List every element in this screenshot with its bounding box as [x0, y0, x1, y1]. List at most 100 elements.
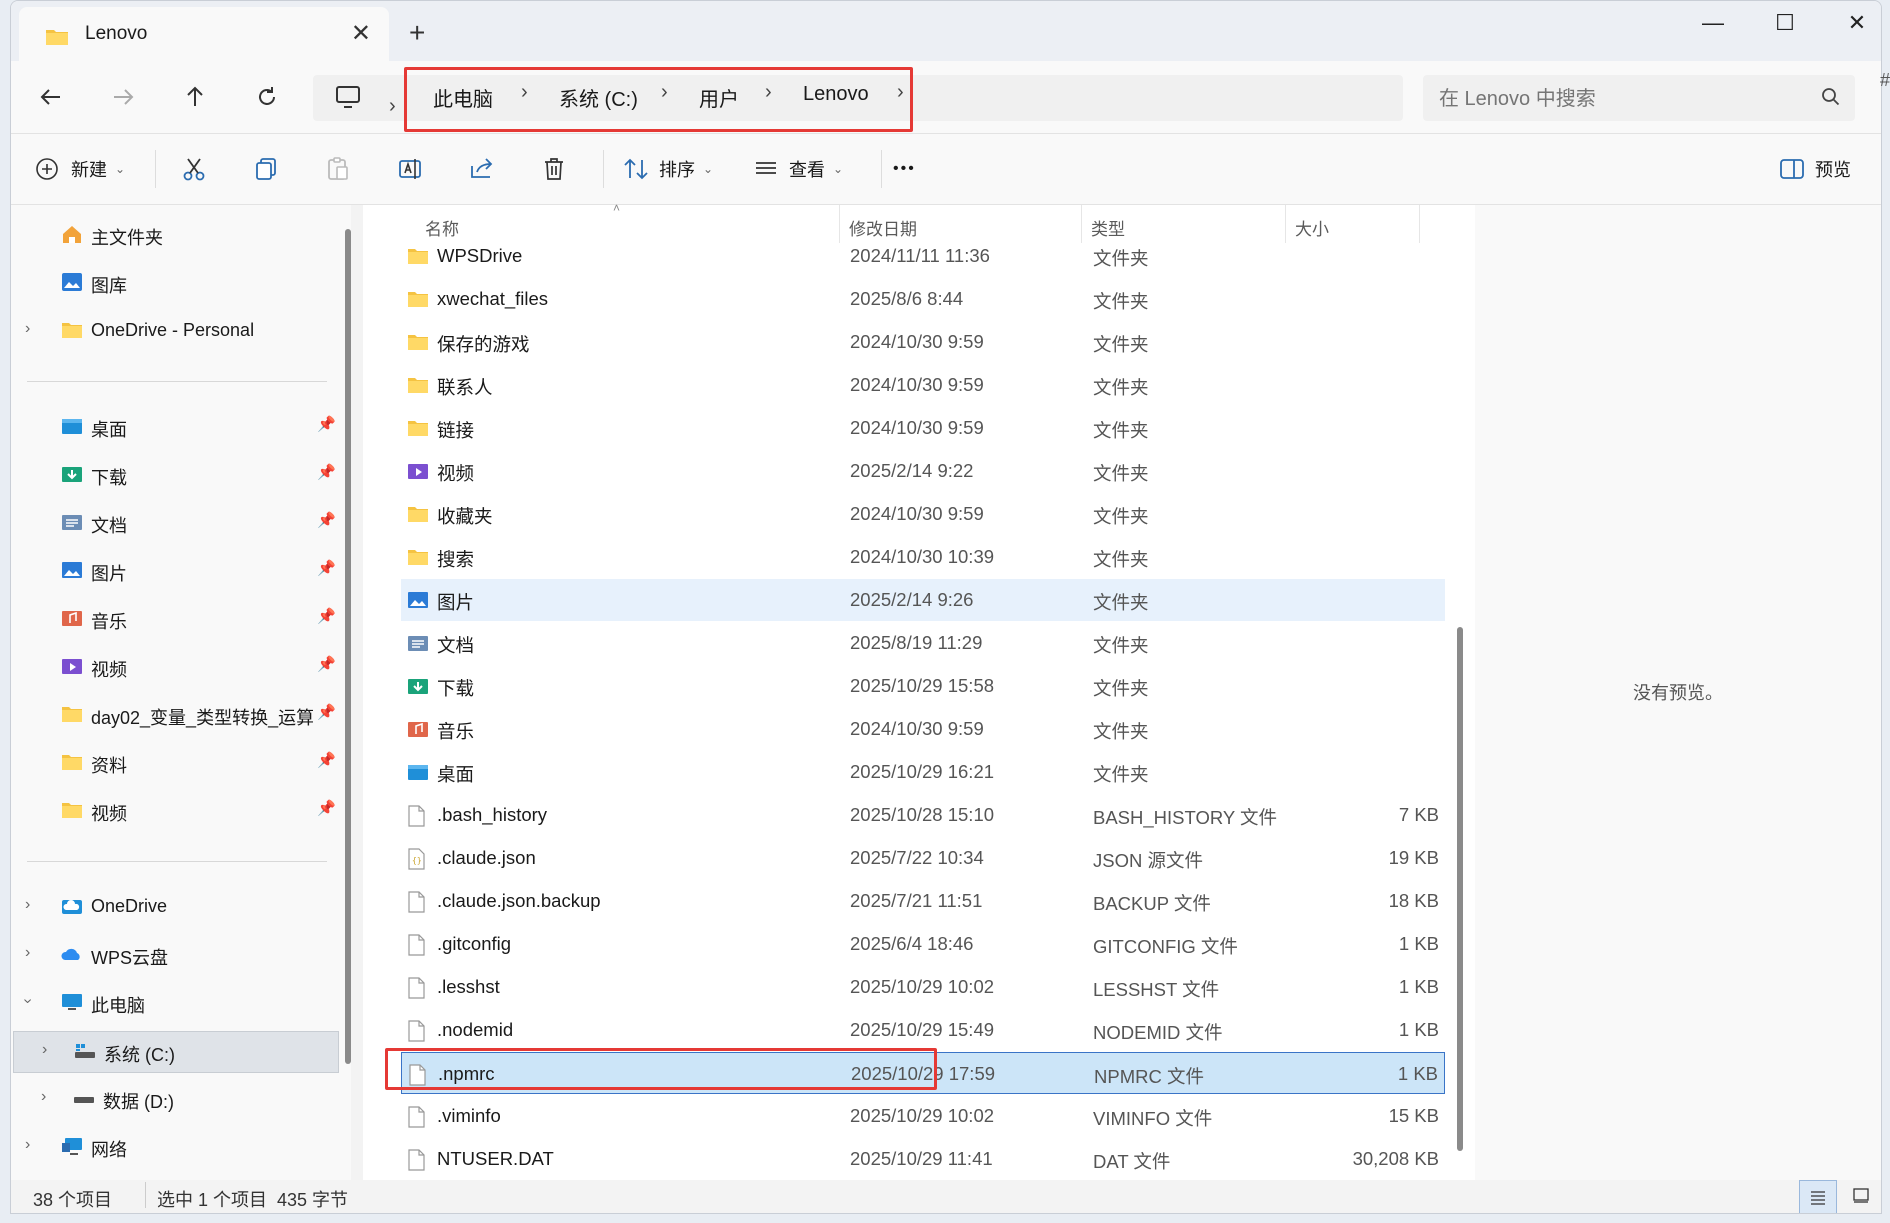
desktop-icon: [407, 762, 429, 787]
pin-icon[interactable]: 📌: [317, 607, 336, 625]
file-row[interactable]: 视频 2025/2/14 9:22 文件夹: [401, 450, 1445, 492]
file-explorer-window: Lenovo ✕ + — ☐ ✕ › 此电脑 › 系统 (C:) › 用户 › …: [10, 0, 1882, 1214]
folder-icon: [407, 246, 429, 271]
copy-button[interactable]: [253, 152, 279, 186]
file-row[interactable]: 文档 2025/8/19 11:29 文件夹: [401, 622, 1445, 664]
file-row[interactable]: NTUSER.DAT 2025/10/29 11:41 DAT 文件 30,208 K…: [401, 1138, 1445, 1180]
chevron-down-icon[interactable]: ›: [19, 998, 37, 1003]
file-row[interactable]: 链接 2024/10/30 9:59 文件夹: [401, 407, 1445, 449]
sort-button[interactable]: 排序 ⌄: [623, 152, 713, 186]
pin-icon[interactable]: 📌: [317, 511, 336, 529]
file-size: 1 KB: [1398, 1019, 1439, 1040]
nav-item-onedrive[interactable]: › OneDrive: [11, 887, 341, 927]
nav-item-documents[interactable]: 文档 📌: [11, 503, 341, 543]
file-row[interactable]: .lesshst 2025/10/29 10:02 LESSHST 文件 1 KB: [401, 966, 1445, 1008]
file-row[interactable]: 桌面 2025/10/29 16:21 文件夹: [401, 751, 1445, 793]
chevron-right-icon[interactable]: ›: [42, 1041, 47, 1059]
tiles-view-button[interactable]: [1845, 1180, 1877, 1212]
more-button[interactable]: •••: [893, 152, 916, 186]
nav-item-onedrive-personal[interactable]: › OneDrive - Personal: [11, 311, 341, 351]
nav-item-network[interactable]: › 网络: [11, 1127, 341, 1167]
file-size: 15 KB: [1388, 1105, 1439, 1126]
cut-button[interactable]: [181, 152, 207, 186]
nav-item-label: 主文件夹: [91, 228, 163, 248]
search-box[interactable]: [1423, 75, 1855, 121]
file-row[interactable]: 搜索 2024/10/30 10:39 文件夹: [401, 536, 1445, 578]
chevron-right-icon[interactable]: ›: [25, 1136, 30, 1154]
close-button[interactable]: ✕: [1821, 1, 1881, 45]
nav-item-gallery[interactable]: 图库: [11, 263, 341, 303]
file-icon: [407, 805, 425, 832]
chevron-right-icon[interactable]: ›: [25, 320, 30, 338]
nav-item-system-c[interactable]: › 系统 (C:): [13, 1031, 339, 1073]
share-button[interactable]: [469, 152, 495, 186]
file-row[interactable]: 音乐 2024/10/30 9:59 文件夹: [401, 708, 1445, 750]
file-row[interactable]: 下载 2025/10/29 15:58 文件夹: [401, 665, 1445, 707]
file-row[interactable]: {} .claude.json 2025/7/22 10:34 JSON 源文件 19 …: [401, 837, 1445, 879]
paste-button[interactable]: [325, 152, 351, 186]
pin-icon[interactable]: 📌: [317, 799, 336, 817]
maximize-button[interactable]: ☐: [1749, 1, 1821, 45]
chevron-right-icon[interactable]: ›: [25, 896, 30, 914]
file-row[interactable]: 收藏夹 2024/10/30 9:59 文件夹: [401, 493, 1445, 535]
nav-item-label: 桌面: [91, 420, 127, 440]
search-icon: [1822, 88, 1840, 106]
pin-icon[interactable]: 📌: [317, 415, 336, 433]
chevron-right-icon[interactable]: ›: [41, 1088, 46, 1106]
file-row[interactable]: .bash_history 2025/10/28 15:10 BASH_HISTOR…: [401, 794, 1445, 836]
navigation-pane: 主文件夹 图库 › OneDrive - Personal 桌面 📌 下载 📌 …: [11, 205, 351, 1180]
file-row[interactable]: 联系人 2024/10/30 9:59 文件夹: [401, 364, 1445, 406]
file-name: .viminfo: [437, 1105, 501, 1126]
up-button[interactable]: [177, 79, 213, 115]
file-row[interactable]: xwechat_files 2025/8/6 8:44 文件夹: [401, 278, 1445, 320]
delete-button[interactable]: [541, 152, 567, 186]
pin-icon[interactable]: 📌: [317, 559, 336, 577]
new-button[interactable]: 新建 ⌄: [35, 152, 125, 186]
rename-button[interactable]: [397, 152, 423, 186]
nav-item-videos-folder[interactable]: 视频 📌: [11, 791, 341, 831]
file-row[interactable]: .nodemid 2025/10/29 15:49 NODEMID 文件 1 KB: [401, 1009, 1445, 1051]
nav-item-videos[interactable]: 视频 📌: [11, 647, 341, 687]
back-button[interactable]: [33, 79, 69, 115]
tab-lenovo[interactable]: Lenovo ✕: [19, 7, 389, 61]
file-type: 文件夹: [1093, 248, 1149, 269]
pin-icon[interactable]: 📌: [317, 655, 336, 673]
details-view-button[interactable]: [1799, 1180, 1837, 1213]
details-view-icon: [1811, 1191, 1825, 1205]
file-row[interactable]: 图片 2025/2/14 9:26 文件夹: [401, 579, 1445, 621]
view-button[interactable]: 查看 ⌄: [753, 152, 843, 186]
file-name: 视频: [437, 463, 475, 484]
file-row[interactable]: .gitconfig 2025/6/4 18:46 GITCONFIG 文件 1 KB: [401, 923, 1445, 965]
nav-item-data-d[interactable]: › 数据 (D:): [11, 1079, 341, 1119]
pin-icon[interactable]: 📌: [317, 703, 336, 721]
nav-item-desktop[interactable]: 桌面 📌: [11, 407, 341, 447]
nav-item-pictures[interactable]: 图片 📌: [11, 551, 341, 591]
file-row[interactable]: WPSDrive 2024/11/11 11:36 文件夹: [401, 235, 1445, 277]
nav-item-this-pc[interactable]: › 此电脑: [11, 983, 341, 1023]
minimize-button[interactable]: —: [1677, 1, 1749, 45]
chevron-right-icon[interactable]: ›: [25, 944, 30, 962]
nav-item-music[interactable]: 音乐 📌: [11, 599, 341, 639]
sidebar-scrollbar[interactable]: [345, 229, 351, 1064]
new-tab-button[interactable]: +: [409, 17, 425, 49]
preview-pane-button[interactable]: 预览: [1779, 152, 1851, 186]
nav-item-downloads[interactable]: 下载 📌: [11, 455, 341, 495]
tab-close-button[interactable]: ✕: [351, 19, 371, 48]
file-row[interactable]: .claude.json.backup 2025/7/21 11:51 BACKUP…: [401, 880, 1445, 922]
nav-item-day02-folder[interactable]: day02_变量_类型转换_运算 📌: [11, 695, 341, 735]
file-list-scrollbar[interactable]: [1457, 627, 1463, 1151]
nav-item-materials[interactable]: 资料 📌: [11, 743, 341, 783]
nav-item-home[interactable]: 主文件夹: [11, 215, 341, 255]
pin-icon[interactable]: 📌: [317, 751, 336, 769]
computer-icon: [336, 86, 360, 108]
nav-item-wps-cloud[interactable]: › WPS云盘: [11, 935, 341, 975]
forward-button[interactable]: [105, 79, 141, 115]
refresh-button[interactable]: [249, 79, 285, 115]
pin-icon[interactable]: 📌: [317, 463, 336, 481]
file-row[interactable]: .viminfo 2025/10/29 10:02 VIMINFO 文件 15 KB: [401, 1095, 1445, 1137]
file-icon: [407, 1149, 425, 1176]
file-row[interactable]: 保存的游戏 2024/10/30 9:59 文件夹: [401, 321, 1445, 363]
search-input[interactable]: [1437, 83, 1811, 115]
folder-icon: [407, 289, 429, 314]
file-date: 2025/10/29 15:49: [850, 1019, 995, 1040]
